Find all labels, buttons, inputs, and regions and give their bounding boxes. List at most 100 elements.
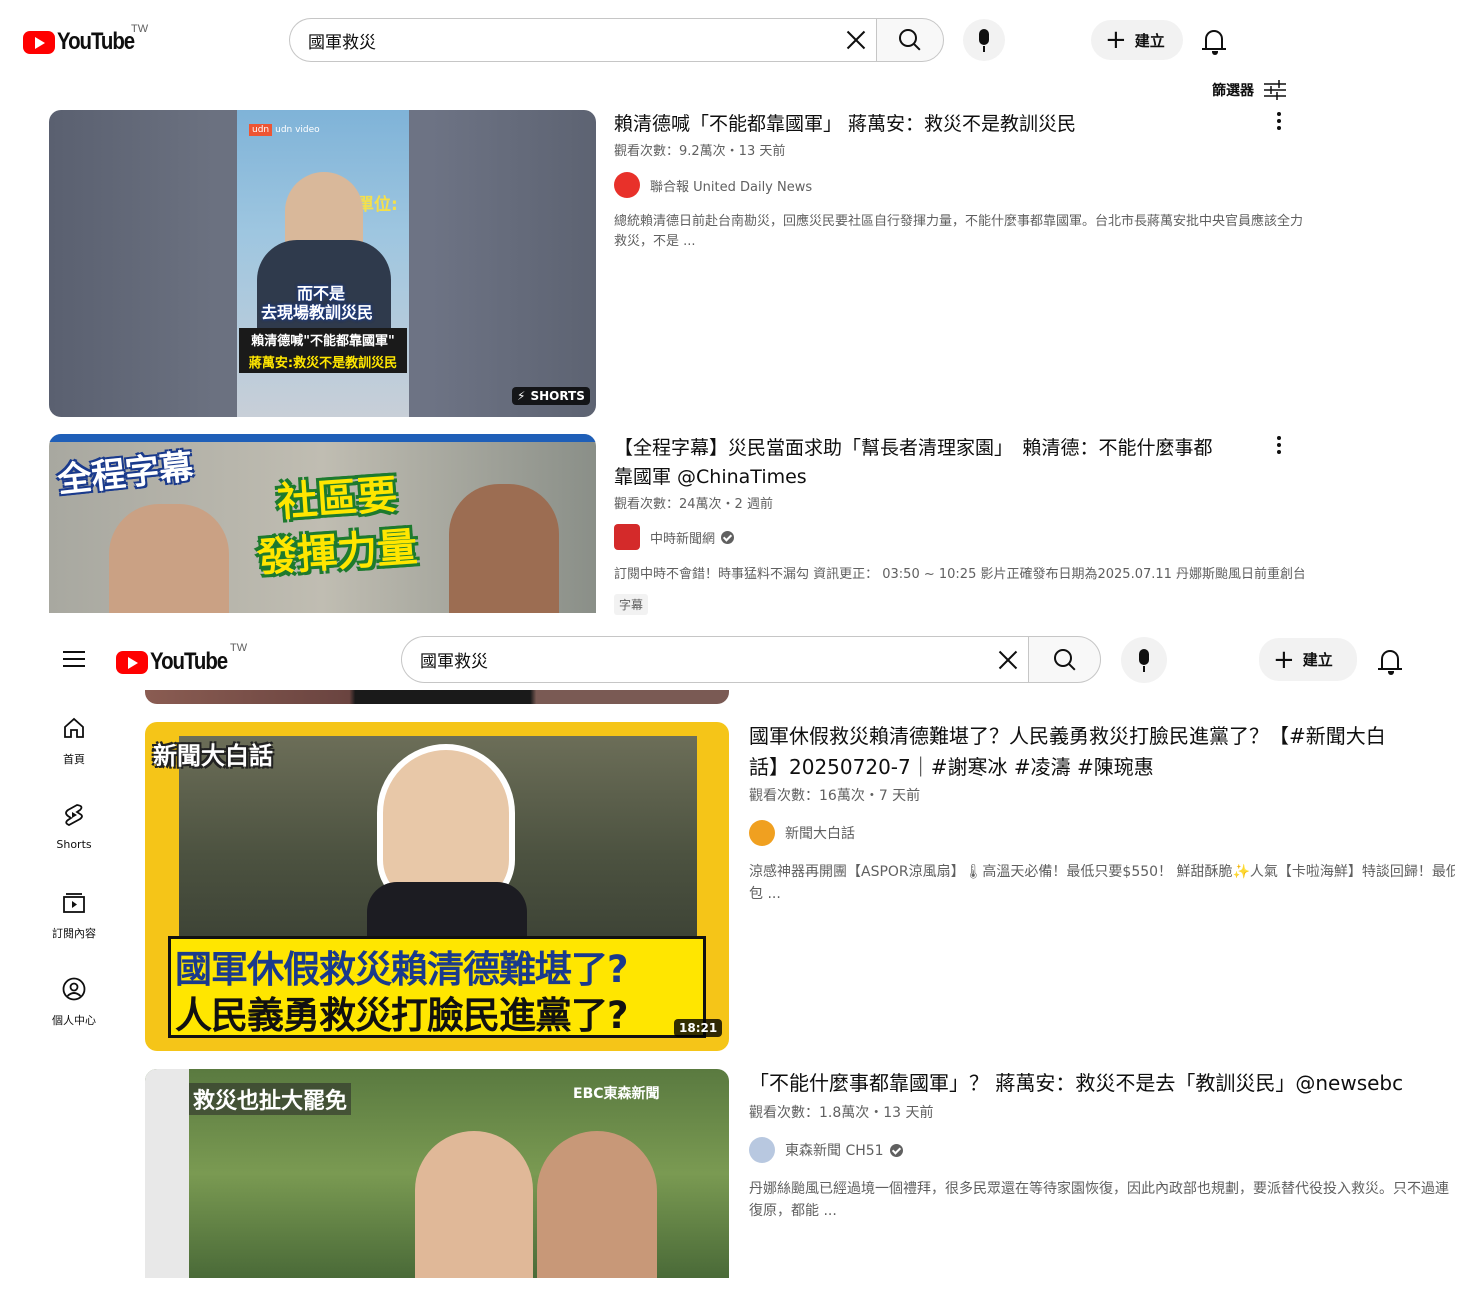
shorts-badge: ⚡ SHORTS (512, 387, 590, 405)
video-meta: 觀看次數：16萬次・7 天前 (749, 788, 921, 804)
shorts-icon (65, 804, 83, 826)
filter-label: 篩選器 (1212, 83, 1254, 99)
video-duration: 18:21 (674, 1019, 723, 1037)
video-title-line[interactable]: 【全程字幕】災民當面求助「幫長者清理家園」 賴清德：不能什麼事都 (614, 434, 1213, 463)
person-right (537, 1131, 657, 1278)
search-query: 國軍救災 (420, 652, 488, 672)
create-button[interactable]: + 建立 (1091, 20, 1183, 60)
video-title-line[interactable]: 話】20250720-7｜#謝寒冰 #凌濤 #陳琬惠 (749, 753, 1154, 782)
filter-sliders-icon (1264, 80, 1286, 100)
sidebar-item-label: Shorts (56, 838, 92, 851)
video-title[interactable]: 「不能什麼事都靠國軍」？ 蔣萬安：救災不是去「教訓災民」@newsebc (749, 1069, 1403, 1098)
thumb-caption: 救災也扯大罷免 (189, 1083, 352, 1115)
voice-search-button[interactable] (1121, 637, 1167, 683)
shorts-frame: udn udn video 單位: 而不是 去現場教訓災民 賴清德喊"不能都靠國… (237, 110, 409, 417)
thumb-caption: 蔣萬安:救災不是教訓災民 (239, 350, 407, 373)
verified-icon (889, 1143, 903, 1157)
youtube-logo[interactable]: YouTube (23, 28, 148, 56)
sidebar-item-home[interactable]: 首頁 (34, 716, 114, 767)
voice-search-button[interactable] (963, 19, 1005, 61)
channel-avatar (749, 820, 775, 846)
channel-link[interactable]: 聯合報 United Daily News (614, 172, 812, 198)
video-description: 包 ... (749, 886, 781, 902)
sidebar-item-label: 個人中心 (52, 1014, 96, 1027)
video-meta: 觀看次數：9.2萬次・13 天前 (614, 144, 786, 159)
shorts-icon: ⚡ (517, 389, 526, 403)
person-suit (367, 882, 527, 942)
youtube-play-icon (23, 30, 55, 54)
search-input[interactable]: 國軍救災 (401, 636, 1028, 683)
video-meta: 觀看次數：24萬次・2 週前 (614, 497, 773, 512)
channel-link[interactable]: 新聞大白話 (749, 820, 855, 846)
video-description: 復原，都能 ... (749, 1203, 837, 1219)
home-icon (64, 717, 84, 738)
channel-avatar (614, 172, 640, 198)
channel-link[interactable]: 東森新聞 CH51 (749, 1137, 903, 1163)
menu-hamburger-icon[interactable] (63, 650, 85, 668)
more-actions-icon[interactable] (1277, 436, 1281, 454)
sidebar-item-shorts[interactable]: Shorts (34, 803, 114, 851)
search-input[interactable]: 國軍救災 (289, 18, 876, 62)
video-title-line[interactable]: 靠國軍 @ChinaTimes (614, 463, 807, 492)
video-thumbnail[interactable]: 救災也扯大罷免 EBC東森新聞 (145, 1069, 729, 1278)
thumb-caption: 人民義勇救災打臉民進黨了? (175, 994, 628, 1037)
create-button[interactable]: + 建立 (1259, 638, 1357, 681)
create-label: 建立 (1302, 651, 1333, 669)
search-button[interactable] (1028, 636, 1101, 683)
udn-logo-icon: udn (249, 124, 273, 136)
subscriptions-icon (63, 893, 85, 913)
filter-button[interactable]: 篩選器 (1212, 80, 1286, 100)
microphone-icon (1139, 649, 1149, 672)
channel-name: 新聞大白話 (785, 826, 855, 842)
person-left (109, 504, 229, 613)
search-query: 國軍救災 (308, 32, 376, 53)
thumb-caption: 賴清德喊"不能都靠國軍" (239, 328, 407, 351)
plus-icon: + (1273, 644, 1295, 675)
youtube-logo[interactable]: YouTube (116, 648, 241, 676)
create-label: 建立 (1134, 31, 1165, 50)
logo-text: YouTube (57, 28, 135, 55)
video-description: 丹娜絲颱風已經過境一個禮拜，很多民眾還在等待家園恢復，因此內政部也規劃，要派替代… (749, 1181, 1449, 1197)
microphone-icon (979, 29, 989, 52)
clear-search-icon[interactable] (996, 648, 1020, 672)
thumb-unit-text: 單位: (357, 195, 398, 215)
video-thumbnail[interactable]: 新聞大白話 國軍休假救災賴清德難堪了? 人民義勇救災打臉民進黨了? 18:21 (145, 722, 729, 1051)
verified-icon (721, 530, 735, 544)
clear-search-icon[interactable] (844, 28, 868, 52)
sidebar-item-label: 首頁 (63, 753, 85, 766)
person-center (415, 1131, 533, 1278)
notifications-bell-icon[interactable] (1202, 30, 1226, 55)
sidebar-item-subscriptions[interactable]: 訂閱內容 (34, 890, 114, 941)
video-title-line[interactable]: 國軍休假救災賴清德難堪了？人民義勇救災打臉民進黨了？【#新聞大白 (749, 722, 1386, 751)
more-actions-icon[interactable] (1277, 112, 1281, 130)
video-meta: 觀看次數：1.8萬次・13 天前 (749, 1105, 934, 1121)
video-title[interactable]: 賴清德喊「不能都靠國軍」 蔣萬安：救災不是教訓災民 (614, 110, 1076, 139)
shorts-badge-label: SHORTS (530, 389, 585, 403)
thumb-caption: 新聞大白話 (153, 742, 273, 770)
person-right (449, 484, 559, 613)
notifications-bell-icon[interactable] (1378, 650, 1402, 675)
sidebar-item-you[interactable]: 個人中心 (34, 977, 114, 1028)
search-icon (899, 29, 917, 47)
channel-avatar (614, 524, 640, 550)
youtube-play-icon (116, 650, 148, 674)
channel-link[interactable]: 中時新聞網 (614, 524, 735, 550)
thumb-top-band (49, 434, 596, 442)
you-icon (62, 977, 86, 1001)
udn-brand-text: udn video (275, 125, 320, 135)
thumb-caption: 發揮力量 (255, 524, 419, 582)
video-thumbnail[interactable]: udn udn video 單位: 而不是 去現場教訓災民 賴清德喊"不能都靠國… (49, 110, 596, 417)
channel-avatar (749, 1137, 775, 1163)
video-description: 總統賴清德日前赴台南勘災，回應災民要社區自行發揮力量，不能什麼事都靠國軍。台北市… (614, 214, 1304, 249)
thumb-caption: 全程字幕 (55, 446, 196, 501)
video-thumbnail[interactable]: 全程字幕 社區要 發揮力量 (49, 434, 596, 613)
video-description: 訂閱中時不會錯！時事猛料不漏勾 資訊更正： 03:50 ~ 10:25 影片正確… (614, 567, 1304, 582)
region-code: TW (230, 642, 248, 654)
search-button[interactable] (876, 18, 944, 62)
channel-name: 中時新聞網 (650, 531, 716, 547)
thumb-left-edge (145, 1069, 189, 1278)
sidebar-item-label: 訂閱內容 (52, 927, 96, 940)
thumb-caption: 去現場教訓災民 (261, 303, 374, 322)
channel-name: 東森新聞 CH51 (785, 1143, 884, 1159)
logo-text: YouTube (150, 648, 228, 675)
